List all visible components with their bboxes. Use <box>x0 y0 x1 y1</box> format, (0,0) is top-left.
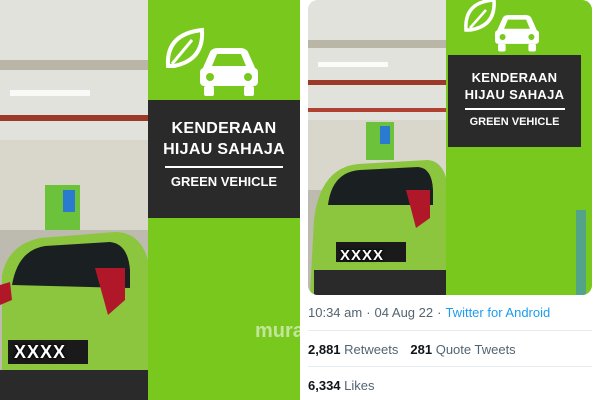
divider <box>308 366 592 367</box>
license-plate-redacted: XXXX <box>340 247 385 264</box>
retweets-label: Retweets <box>344 342 399 357</box>
ceiling-light <box>10 90 90 96</box>
sign-line-hijau-sahaja: HIJAU SAHAJA <box>163 141 285 158</box>
green-vehicle-sign: KENDERAAN HIJAU SAHAJA GREEN VEHICLE <box>148 100 300 218</box>
ceiling-light <box>318 62 388 67</box>
tweet-engagement-row: 2,881 Retweets 281 Quote Tweets <box>308 342 516 357</box>
red-beam <box>308 80 448 85</box>
tweet-source-link[interactable]: Twitter for Android <box>445 305 550 320</box>
meta-separator: · <box>366 305 371 320</box>
sign-line-kenderaan: KENDERAAN <box>171 120 277 137</box>
retweets-stat[interactable]: 2,881 Retweets <box>308 342 398 357</box>
likes-count: 6,334 <box>308 378 341 393</box>
ceiling-beam <box>0 60 150 70</box>
likes-stat[interactable]: 6,334 Likes <box>308 378 375 393</box>
tweet-date[interactable]: 04 Aug 22 <box>375 305 434 320</box>
tweet-timestamp-row: 10:34 am · 04 Aug 22 · Twitter for Android <box>308 305 550 320</box>
sign-divider <box>165 166 283 168</box>
likes-label: Likes <box>344 378 375 393</box>
quote-tweets-count: 281 <box>410 342 433 357</box>
tweet-time[interactable]: 10:34 am <box>308 305 362 320</box>
car-icon <box>495 15 539 52</box>
sign-line-green-vehicle: GREEN VEHICLE <box>170 174 278 189</box>
red-beam <box>308 108 448 112</box>
watermark: murai <box>255 320 310 342</box>
red-beam <box>0 115 150 121</box>
car-icon <box>200 48 258 96</box>
distant-sign <box>63 190 75 212</box>
sign-divider <box>464 108 565 110</box>
car-bumper <box>0 370 150 400</box>
license-plate-redacted: XXXX <box>14 342 67 362</box>
sign-line-green-vehicle: GREEN VEHICLE <box>469 116 560 128</box>
divider <box>308 330 592 331</box>
green-vehicle-sign: KENDERAAN HIJAU SAHAJA GREEN VEHICLE <box>448 55 581 147</box>
sign-line-kenderaan: KENDERAAN <box>471 70 558 85</box>
retweets-count: 2,881 <box>308 342 341 357</box>
car-bumper <box>314 270 448 295</box>
quote-tweets-stat[interactable]: 281 Quote Tweets <box>410 342 515 357</box>
ceiling-beam <box>308 40 448 48</box>
meta-separator: · <box>437 305 442 320</box>
sign-line-hijau-sahaja: HIJAU SAHAJA <box>464 87 565 102</box>
pillar-edge <box>576 210 586 295</box>
distant-sign <box>380 126 390 144</box>
quote-tweets-label: Quote Tweets <box>435 342 516 357</box>
